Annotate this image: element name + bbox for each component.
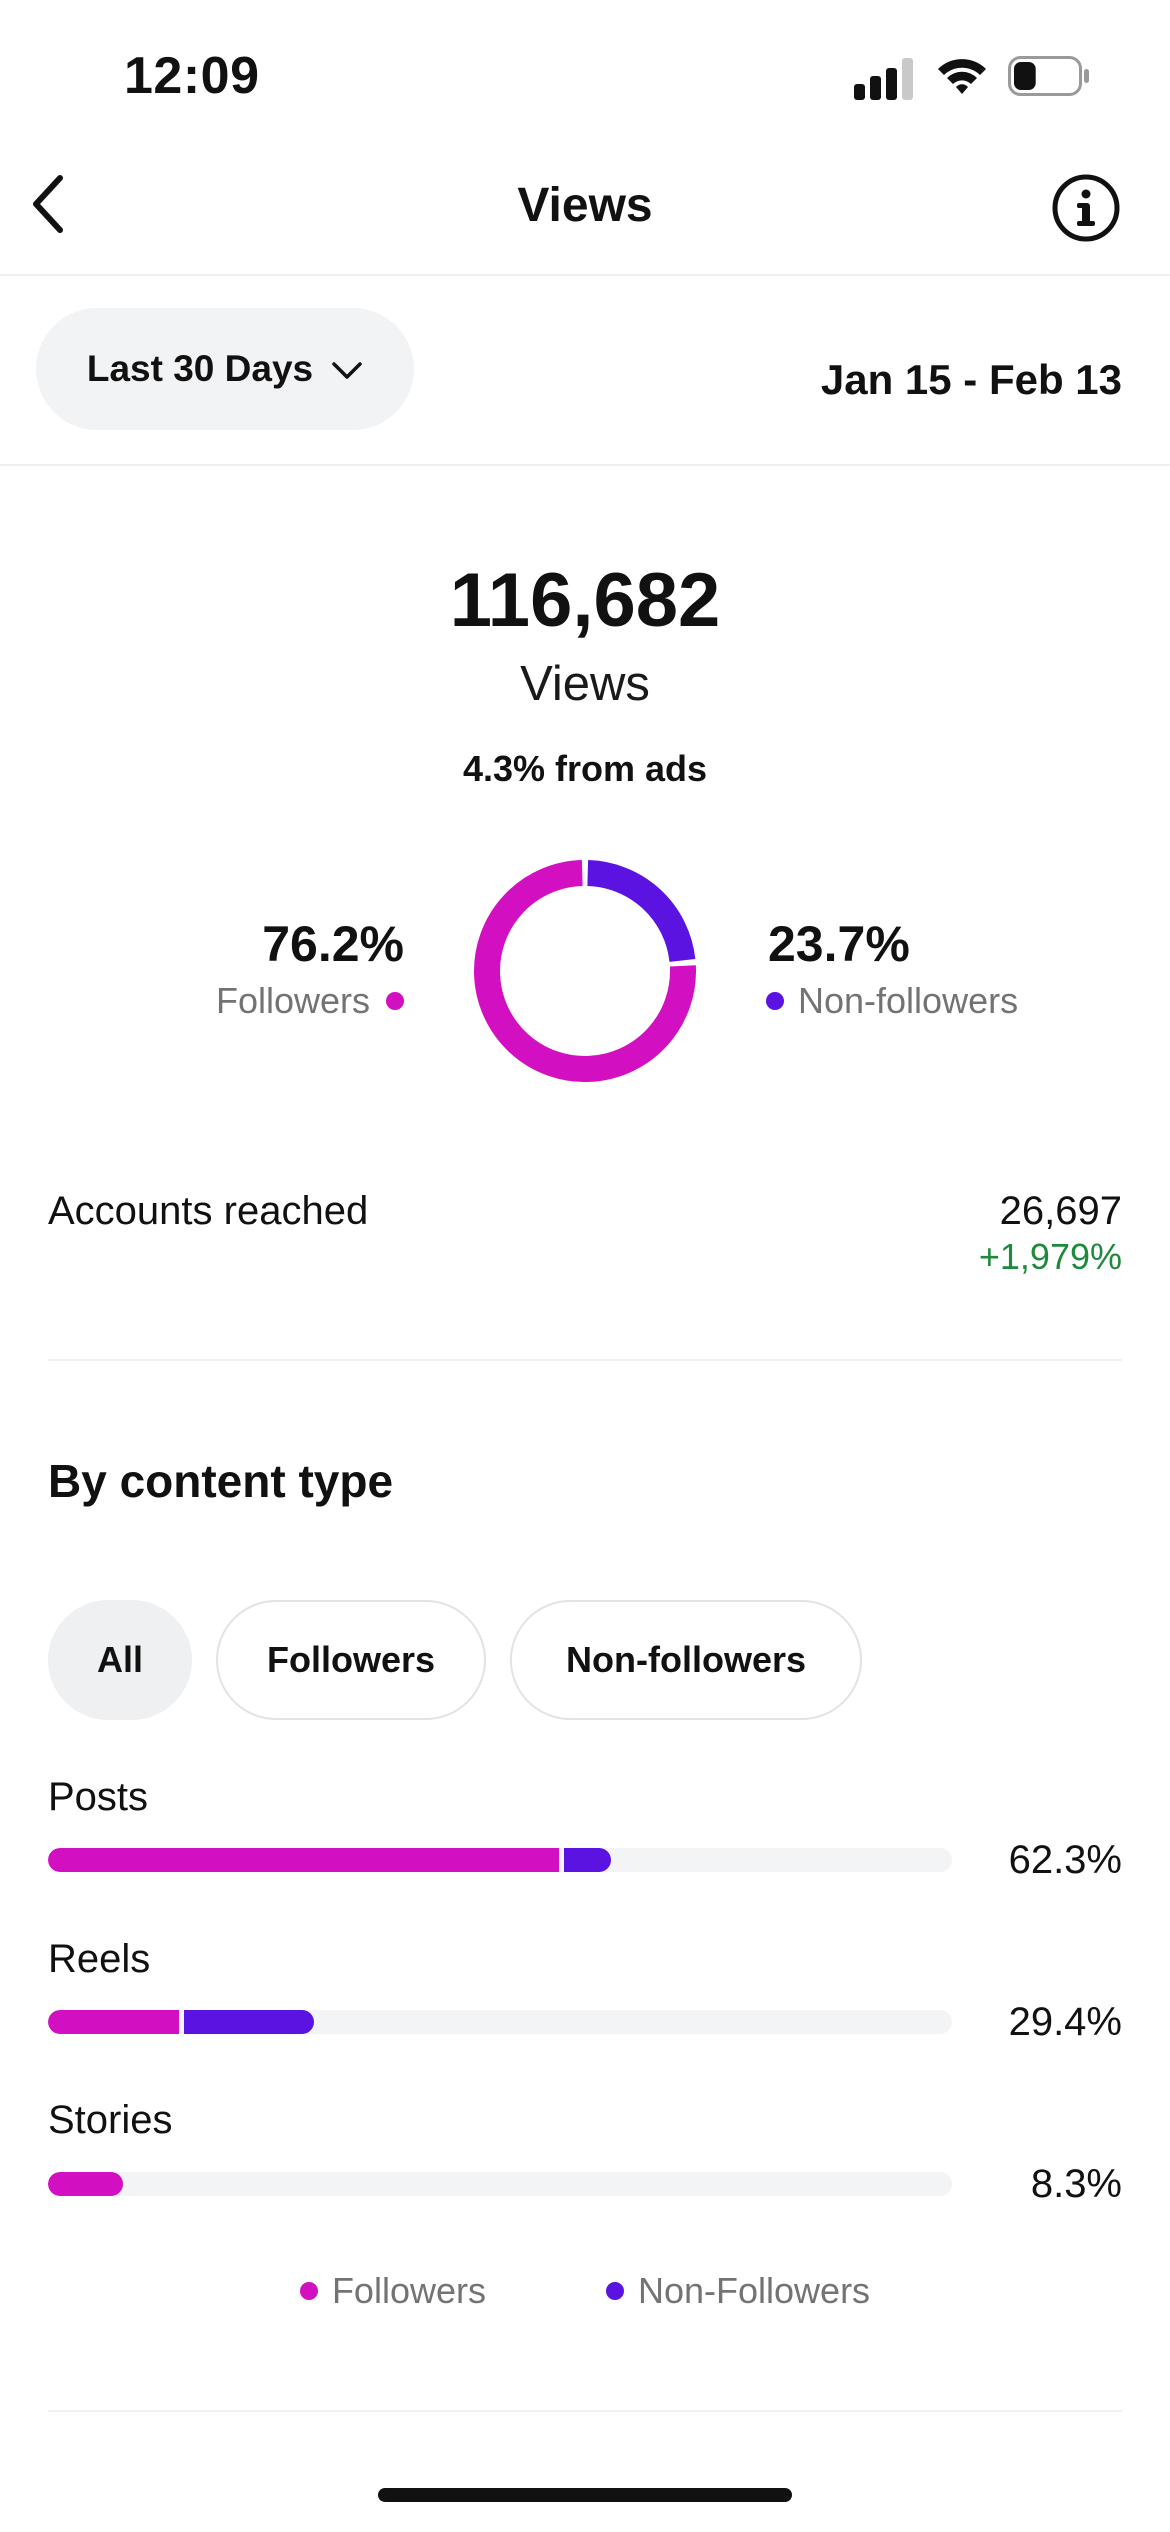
- donut-segment-nonfollowers: [586, 860, 696, 963]
- legend-item-followers: Followers: [299, 2268, 486, 2314]
- content-bar-reels: [48, 2010, 952, 2034]
- bar-segment-followers: [48, 1848, 559, 1872]
- content-legend: Followers Non-Followers: [0, 2268, 1170, 2314]
- content-row-label-posts: Posts: [48, 1775, 149, 1819]
- followers-legend: Followers: [150, 978, 404, 1024]
- accounts-reached-change: +1,979%: [978, 1236, 1122, 1277]
- filter-chip-all[interactable]: All: [48, 1600, 192, 1720]
- content-row-percent-reels: 29.4%: [1008, 2000, 1122, 2044]
- period-dropdown[interactable]: Last 30 Days: [36, 308, 414, 430]
- divider: [48, 2410, 1122, 2412]
- followers-label: Followers: [215, 980, 370, 1021]
- content-bar-stories: [48, 2172, 952, 2196]
- followers-dot: [386, 992, 404, 1010]
- bar-segment-followers: [48, 2010, 180, 2034]
- chip-label: All: [96, 1639, 143, 1680]
- total-views-count: 116,682: [449, 558, 721, 643]
- nonfollowers-label: Non-followers: [798, 980, 1019, 1021]
- chevron-down-icon: [331, 348, 363, 390]
- period-label: Last 30 Days: [86, 348, 314, 389]
- legend-label-followers: Followers: [331, 2270, 486, 2311]
- followers-percent: 76.2%: [262, 916, 404, 972]
- audience-donut-chart: [474, 860, 696, 1082]
- nonfollowers-dot: [605, 2282, 624, 2300]
- legend-label-nonfollowers: Non-Followers: [637, 2270, 871, 2311]
- battery-level-fill: [1014, 62, 1036, 90]
- bar-segment-nonfollowers: [563, 1848, 612, 1872]
- views-label: Views: [520, 657, 650, 711]
- content-row-percent-posts: 62.3%: [1008, 1838, 1122, 1882]
- info-icon: [1050, 174, 1122, 248]
- chip-label: Followers: [266, 1639, 436, 1680]
- accounts-reached-label: Accounts reached: [48, 1189, 369, 1233]
- home-indicator[interactable]: [378, 2488, 792, 2502]
- chip-label: Non-followers: [566, 1639, 806, 1680]
- cellular-signal-icon: [854, 56, 914, 100]
- content-row-percent-stories: 8.3%: [1030, 2162, 1122, 2206]
- bar-segment-nonfollowers: [184, 2010, 314, 2034]
- content-row-label-stories: Stories: [48, 2098, 173, 2142]
- section-title: By content type: [48, 1455, 394, 1507]
- status-time: 12:09: [124, 47, 260, 105]
- wifi-icon: [936, 54, 988, 98]
- filter-chip-followers[interactable]: Followers: [216, 1600, 486, 1720]
- page-title: Views: [517, 179, 653, 232]
- ads-share-text: 4.3% from ads: [462, 748, 708, 789]
- accounts-reached-value: 26,697: [999, 1189, 1122, 1233]
- followers-dot: [299, 2282, 318, 2300]
- info-button[interactable]: [1050, 172, 1122, 244]
- date-range: Jan 15 - Feb 13: [820, 356, 1122, 403]
- nonfollowers-dot: [766, 992, 784, 1010]
- divider: [0, 464, 1170, 466]
- divider: [48, 1359, 1122, 1361]
- legend-item-nonfollowers: Non-Followers: [605, 2268, 871, 2314]
- nonfollowers-legend: Non-followers: [766, 978, 1018, 1024]
- nonfollowers-percent: 23.7%: [768, 916, 910, 972]
- filter-chip-nonfollowers[interactable]: Non-followers: [510, 1600, 862, 1720]
- content-bar-posts: [48, 1848, 952, 1872]
- battery-icon: [1008, 56, 1090, 96]
- bar-segment-followers: [48, 2172, 124, 2196]
- content-row-label-reels: Reels: [48, 1937, 151, 1981]
